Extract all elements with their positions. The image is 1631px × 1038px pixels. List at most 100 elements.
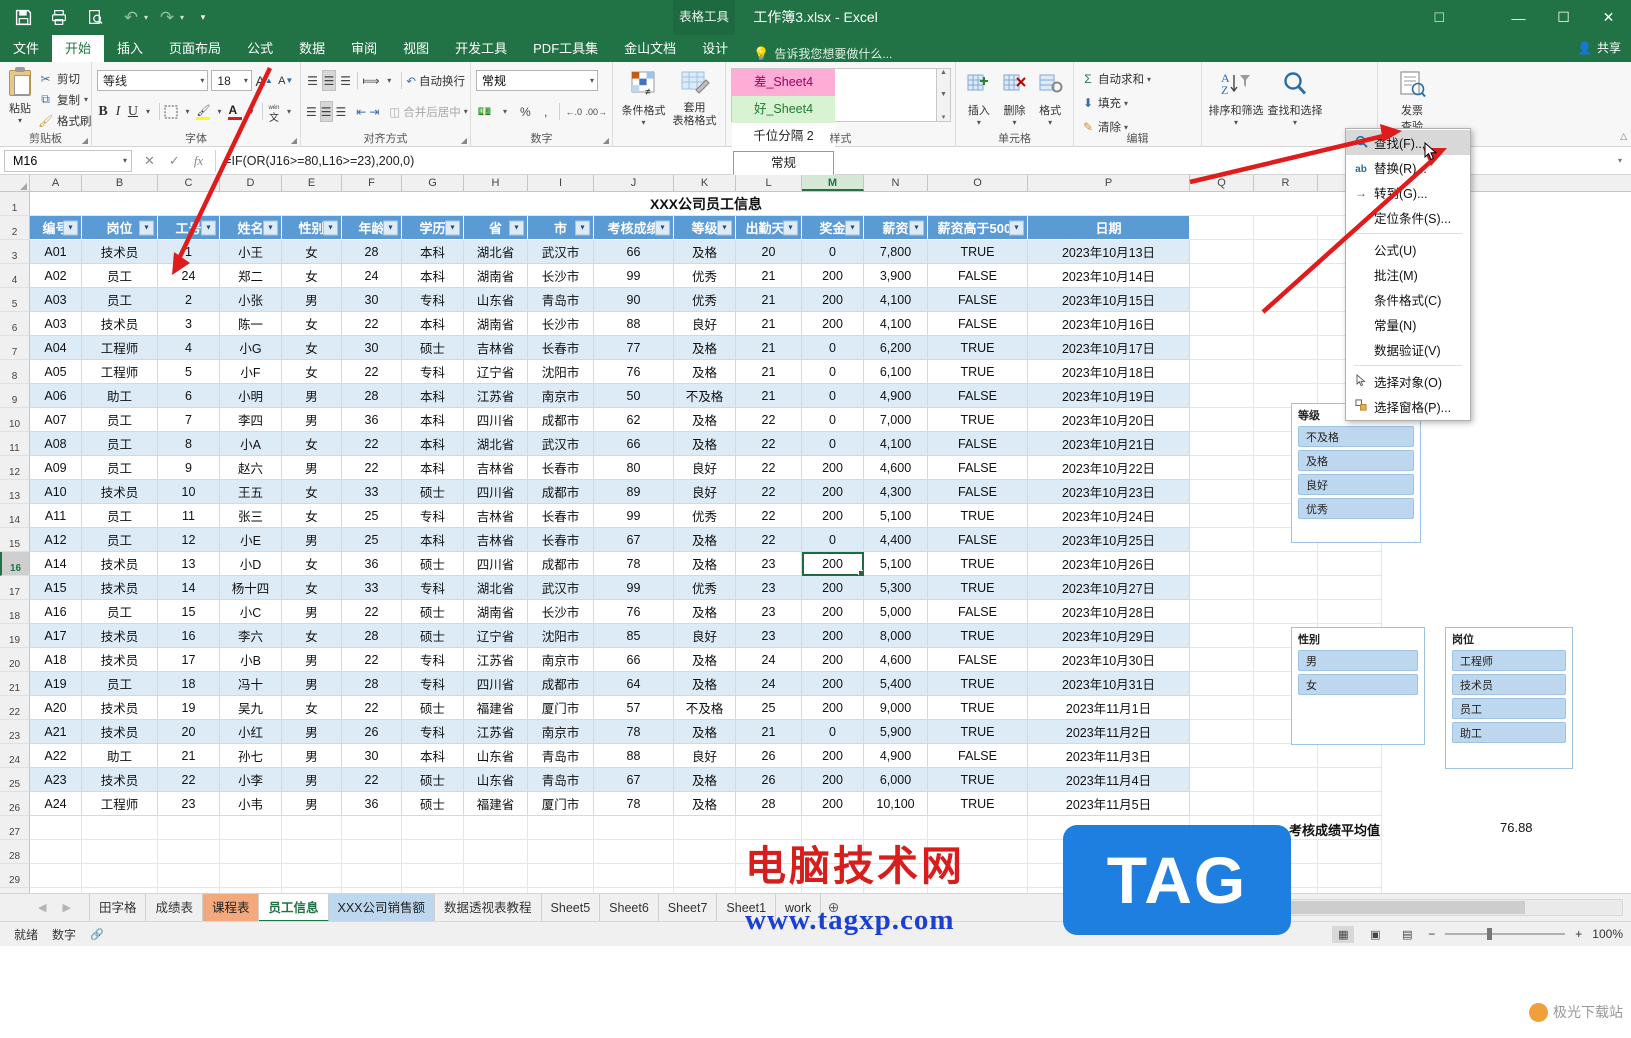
select-all-corner[interactable] [0,175,30,191]
grid-cell[interactable] [1190,456,1254,480]
grid-cell[interactable]: 冯十 [220,672,282,696]
grid-cell[interactable]: 200 [802,264,864,288]
grid-cell[interactable] [1254,552,1318,576]
copy-button[interactable]: ⧉ 复制 ▾ [35,89,95,110]
merge-center-button[interactable]: ◫ 合并后居中 ▾ [389,104,467,120]
grid-cell[interactable]: 四川省 [464,552,528,576]
grid-cell[interactable]: 21 [736,288,802,312]
grid-cell[interactable]: 青岛市 [528,744,594,768]
grid-cell[interactable]: 硕士 [402,552,464,576]
increase-indent-button[interactable]: ⇥ [369,101,379,122]
grid-cell[interactable]: 0 [802,384,864,408]
ribbon-tab-5[interactable]: 数据 [286,35,338,62]
grid-cell[interactable]: 200 [802,504,864,528]
find-menu-item-3[interactable]: 定位条件(S)... [1346,205,1470,230]
grid-cell[interactable]: 22 [342,600,402,624]
grid-cell[interactable]: 小B [220,648,282,672]
grid-cell[interactable] [282,864,342,888]
grid-cell[interactable]: 女 [282,504,342,528]
column-header-G[interactable]: G [402,175,464,191]
grid-cell[interactable]: 男 [282,384,342,408]
grid-cell[interactable] [30,816,82,840]
sort-filter-button[interactable]: A Z 排序和筛选 ▾ [1207,65,1265,127]
grid-cell[interactable]: 女 [282,432,342,456]
slicer-item[interactable]: 优秀 [1298,498,1414,519]
grid-cell[interactable]: 男 [282,288,342,312]
grid-cell[interactable]: 山东省 [464,768,528,792]
grid-cell[interactable]: 200 [802,288,864,312]
row-header-8[interactable]: 8 [0,360,30,384]
grid-cell[interactable]: 5,900 [864,720,928,744]
grid-cell[interactable]: A09 [30,456,82,480]
grid-cell[interactable]: 2023年11月3日 [1028,744,1190,768]
grid-cell[interactable]: 男 [282,672,342,696]
grid-cell[interactable]: 62 [594,408,674,432]
column-header-A[interactable]: A [30,175,82,191]
grid-cell[interactable]: 优秀 [674,288,736,312]
find-menu-item-9[interactable]: 选择对象(O) [1346,369,1470,394]
number-dialog-launcher[interactable]: ◢ [603,136,609,145]
row-header-16[interactable]: 16 [0,552,30,576]
sheet-tab-0[interactable]: 田字格 [88,893,147,922]
grid-cell[interactable]: 及格 [674,408,736,432]
grid-cell[interactable]: 33 [342,480,402,504]
sheet-tab-7[interactable]: Sheet6 [600,893,659,922]
grid-cell[interactable]: 湖南省 [464,312,528,336]
grid-cell[interactable]: A02 [30,264,82,288]
autosum-button[interactable]: Σ 自动求和 ▾ [1079,67,1196,91]
row-header-24[interactable]: 24 [0,744,30,768]
filter-dropdown-icon[interactable]: ▼ [909,220,924,235]
grid-cell[interactable]: 及格 [674,720,736,744]
cell-styles-scrollbar[interactable]: ▲ ▼ ▾ [936,68,951,122]
grid-cell[interactable]: 良好 [674,312,736,336]
grid-cell[interactable]: A01 [30,240,82,264]
grid-cell[interactable]: TRUE [928,552,1028,576]
filter-dropdown-icon[interactable]: ▼ [383,220,398,235]
grid-cell[interactable]: 64 [594,672,674,696]
grid-cell[interactable]: 2023年10月31日 [1028,672,1190,696]
grid-cell[interactable]: 23 [158,792,220,816]
sheet-tab-1[interactable]: 成绩表 [146,893,203,922]
format-painter-button[interactable]: 🖌 格式刷 [35,110,95,131]
grid-cell[interactable] [1254,576,1318,600]
grid-cell[interactable]: 本科 [402,240,464,264]
grid-cell[interactable]: 技术员 [82,480,158,504]
grid-cell[interactable]: 男 [282,600,342,624]
table-header-7[interactable]: 省 ▼ [464,216,528,240]
grid-cell[interactable] [1190,672,1254,696]
grid-cell[interactable] [1190,696,1254,720]
grid-cell[interactable] [1318,792,1382,816]
table-header-5[interactable]: 年龄 ▼ [342,216,402,240]
grid-cell[interactable]: 66 [594,648,674,672]
grid-cell[interactable]: 2023年11月2日 [1028,720,1190,744]
grid-cell[interactable]: A03 [30,312,82,336]
grid-cell[interactable] [82,840,158,864]
grid-cell[interactable] [1190,792,1254,816]
fill-color-caret-icon[interactable]: ▾ [213,101,225,122]
grid-cell[interactable]: 优秀 [674,576,736,600]
grid-cell[interactable]: 3 [158,312,220,336]
slicer-position[interactable]: 岗位 工程师 技术员 员工 助工 [1445,627,1573,769]
font-dialog-launcher[interactable]: ◢ [291,136,297,145]
grid-cell[interactable]: 助工 [82,384,158,408]
grid-cell[interactable]: 小C [220,600,282,624]
grid-cell[interactable]: 小红 [220,720,282,744]
grid-cell[interactable] [30,864,82,888]
grid-cell[interactable]: FALSE [928,432,1028,456]
grid-cell[interactable]: 77 [594,336,674,360]
row-header-19[interactable]: 19 [0,624,30,648]
expand-formula-bar-icon[interactable]: ▾ [1609,156,1631,165]
fill-button[interactable]: ⬇ 填充 ▾ [1079,91,1196,115]
underline-caret-icon[interactable]: ▾ [142,101,154,122]
table-header-3[interactable]: 姓名 ▼ [220,216,282,240]
paste-caret-icon[interactable]: ▾ [5,116,35,125]
grid-cell[interactable]: 女 [282,576,342,600]
grid-cell[interactable]: 员工 [82,408,158,432]
grid-cell[interactable]: 12 [158,528,220,552]
grid-cell[interactable] [674,816,736,840]
grid-cell[interactable]: 本科 [402,456,464,480]
slicer-item[interactable]: 女 [1298,674,1418,695]
grid-cell[interactable]: 5,100 [864,504,928,528]
ribbon-tab-10[interactable]: 金山文档 [611,35,689,62]
grid-cell[interactable]: 技术员 [82,720,158,744]
